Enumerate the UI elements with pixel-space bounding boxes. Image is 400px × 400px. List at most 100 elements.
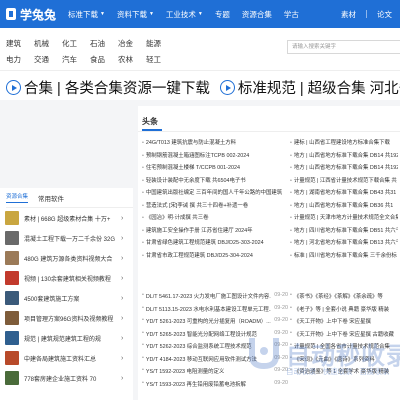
headline-link[interactable]: • 轻装设计装配中无余度下载 共6504电子书 — [142, 176, 282, 189]
tab-collections[interactable]: 资源合集 — [6, 192, 29, 203]
nav-item-collections[interactable]: 资源合集 — [242, 9, 272, 20]
nav-link-sucai[interactable]: 素材 — [341, 9, 356, 20]
thumbnail-image — [5, 251, 19, 265]
headline-link[interactable]: • 《天工开物》上中下卷 宋应星撰 古籍收藏 — [290, 330, 398, 343]
headline-link[interactable]: • 甘肃省市政工程规范建筑 DBJ/D25-304-2024 — [142, 251, 282, 264]
category-link[interactable]: 机械 — [34, 38, 49, 49]
nav-item-xuegu[interactable]: 学古 — [284, 9, 299, 20]
headline-link[interactable]: • 标准 | 四川省地方标准下载合集 三千余份标 — [290, 251, 398, 264]
headline-link[interactable]: • 甘肃省绿色建筑工程规范建筑 DBJ/D25-303-2024 — [142, 238, 282, 251]
tab-software[interactable]: 常用软件 — [38, 193, 64, 203]
headline-text: 甘肃省市政工程规范建筑 DBJ/D25-304-2024 — [145, 252, 253, 259]
headline-link[interactable]: • 建筑施工安全操作手册 江苏省住建厅 2024年 — [142, 226, 282, 239]
category-link[interactable]: 能源 — [146, 38, 161, 49]
headline-text: 营造法式 [宋]李诫 撰 共三十四卷+补遗一卷 — [145, 202, 249, 209]
promo-banner[interactable]: 合集 | 各类合集资源一键下载 标准规范 | 超级合集 河北省六千余份地方标准 — [0, 70, 400, 100]
list-item[interactable]: 中建各局建筑施工资料汇总 › — [5, 348, 133, 368]
search-input[interactable]: 请输入搜索关键字 — [287, 40, 400, 54]
nav-item-materials[interactable]: 资料下载 ▼ — [117, 9, 154, 20]
bullet-icon: • — [142, 140, 144, 146]
bullet-icon: • — [290, 252, 292, 259]
chevron-down-icon: ▼ — [100, 11, 105, 17]
category-link[interactable]: 轻工 — [146, 54, 161, 65]
list-item[interactable]: 778套房建企业施工资料 70 › — [5, 368, 133, 388]
headline-link[interactable]: • DL/T 5113.15-2023 水电水利基本建设工程单元工程... 09-2… — [142, 305, 288, 318]
category-link[interactable]: 交通 — [34, 54, 49, 65]
category-link[interactable]: 冶金 — [118, 38, 133, 49]
list-item[interactable]: 480G 建筑万源各类资料视频大合 › — [5, 248, 133, 268]
bullet-icon: • — [142, 202, 144, 209]
headline-link[interactable]: • 《茶书》《茶经》《茶解》《茶余疏》等 — [290, 292, 398, 305]
headline-link[interactable]: • 计量规范 | 天津市地方计量技术规范全文合集 — [290, 213, 398, 226]
banner-text[interactable]: 标准规范 | 超级合集 河北省六千余份地方标准 — [238, 77, 400, 98]
category-link[interactable]: 食品 — [90, 54, 105, 65]
thumbnail-image — [5, 271, 19, 285]
headline-link[interactable]: • 地方 | 湖南省地方标准下载合集 DB43 共31 — [290, 188, 398, 201]
headline-link[interactable]: • 中国建筑出版社编定 三百年间的国人千年公路的中国建筑 — [142, 188, 282, 201]
site-logo[interactable]: 学兔兔 — [6, 6, 56, 23]
headline-link[interactable]: • 建标 | 山西省工程建设地方标准合集下载 — [290, 138, 398, 151]
headline-link[interactable]: • 地方 | 山西省地方标准下载合集 DB36 共1 — [290, 201, 398, 214]
category-link[interactable]: 建筑 — [6, 38, 21, 49]
headline-link[interactable]: • 预制钢筋混凝土箱涵图标注TCPB 002-2024 — [142, 151, 282, 164]
category-link[interactable]: 农林 — [118, 54, 133, 65]
headline-link[interactable]: • 地方 | 四川省地方标准下载合集 DB51 共六千 — [290, 226, 398, 239]
headline-link[interactable]: • 住宅预制混凝土楼梯 T/CCPB 001-2024 — [142, 163, 282, 176]
headline-link[interactable]: • YS/T 1592-2023 电阻测量的定义 09-20 — [142, 367, 288, 380]
nav-item-industry[interactable]: 工业技术 ▼ — [166, 9, 203, 20]
list-item[interactable]: 混凝土工程下载一万二千余份 32G › — [5, 228, 133, 248]
headline-link[interactable]: • YS/T 1593-2023 再生铅用废铅蓄电池拆解 09-20 — [142, 380, 288, 393]
headline-link[interactable]: • 地方 | 山西省地方标准下载合集 DB14 共1920余 — [290, 163, 398, 176]
headline-link[interactable]: • 24G/T013 建筑抗震与防止混凝土方料 — [142, 138, 282, 151]
headline-text: 地方 | 四川省地方标准下载合集 DB51 共六千 — [293, 227, 398, 234]
headline-text: 《宋词》《元曲》《唐诗》系列资料 — [293, 356, 375, 363]
nav-label: 标准下载 — [68, 9, 99, 19]
category-link[interactable]: 电力 — [6, 54, 21, 65]
list-item[interactable]: 规范 | 建筑规范建筑工程的规 › — [5, 328, 133, 348]
category-bar: 建筑 机械 化工 石油 冶金 能源 电力 交通 汽车 食品 农林 轻工 请输入搜… — [0, 28, 400, 70]
headline-text: 《天工开物》上中下卷 宋应星撰 古籍收藏 — [293, 331, 394, 338]
headline-link[interactable]: • YD/T 4184-2023 移动互联网应用软件测试方法 09-20 — [142, 355, 288, 368]
list-item-label: 素材 | 668G 超级素材合集 十万+ — [24, 216, 111, 223]
chevron-right-icon: › — [121, 334, 124, 342]
headline-link[interactable]: • 《园冶》明·计成撰 共三卷 — [142, 213, 282, 226]
headline-link[interactable]: • 《老子》等 | 全套小说 典籍 豪华版 精装 — [290, 305, 398, 318]
main-nav: 标准下载 ▼ 资料下载 ▼ 工业技术 ▼ 专题 资源合集 学古 — [68, 9, 311, 20]
headline-link[interactable]: • DL/T 5461.17-2023 火力发电厂施工图设计文件内容... 09-2… — [142, 292, 288, 305]
bullet-icon: • — [290, 190, 292, 196]
headline-link[interactable]: • 计量规范 | 江西省计量技术规范下载合集 共 — [290, 176, 398, 189]
category-link[interactable]: 化工 — [62, 38, 77, 49]
headline-text: 轻装设计装配中无余度下载 共6504电子书 — [145, 177, 246, 184]
chevron-right-icon: › — [121, 374, 124, 382]
headline-text: 计量规范 | 天津市地方计量技术规范全文合集 — [293, 215, 398, 221]
list-item[interactable]: 素材 | 668G 超级素材合集 十万+ › — [5, 208, 133, 228]
divider — [366, 10, 367, 18]
headline-link[interactable]: • 地方 | 河北省地方标准下载合集 DB13 共六千 — [290, 238, 398, 251]
headline-link[interactable]: • YD/T 5261-2023 可重构的光分插复用（ROADM）... 09-20 — [142, 317, 288, 330]
nav-link-lunwen[interactable]: 论文 — [377, 9, 392, 20]
bullet-icon: • — [142, 240, 144, 246]
headline-link[interactable]: • 《宋词》《元曲》《唐诗》系列资料 — [290, 355, 398, 368]
list-item[interactable]: 4500套建筑施工方案 › — [5, 288, 133, 308]
headline-link[interactable]: • YD/T 5265-2023 智能光分配网络工程设计规范 09-20 — [142, 330, 288, 343]
headline-link[interactable]: • 地方 | 山西省地方标准下载合集 DB14 共1920余 — [290, 151, 398, 164]
headline-link[interactable]: • YD/T 5262-2023 综合监测系统工程技术规范 09-20 — [142, 342, 288, 355]
nav-item-standards[interactable]: 标准下载 ▼ — [68, 9, 105, 20]
headline-link[interactable]: • 计量规范 | 全国各省市计量技术规范合集 — [290, 342, 398, 355]
headline-text: 地方 | 湖南省地方标准下载合集 DB43 共31 — [293, 190, 397, 196]
list-item[interactable]: 视频 | 130余套建筑相关视频教程 › — [5, 268, 133, 288]
logo-icon — [6, 8, 16, 20]
thumbnail-image — [5, 351, 19, 365]
headline-text: 《天工开物》上中下卷 宋应星撰 — [293, 319, 371, 325]
list-item[interactable]: 项目管理方案96G资料及视频教程 › — [5, 308, 133, 328]
headline-link[interactable]: • 《天工开物》上中下卷 宋应星撰 — [290, 317, 398, 330]
list-item-label: 中建各局建筑施工资料汇总 — [24, 356, 97, 363]
nav-item-topics[interactable]: 专题 — [215, 9, 230, 20]
headline-text: 中国建筑出版社编定 三百年间的国人千年公路的中国建筑 — [145, 190, 282, 196]
category-link[interactable]: 汽车 — [62, 54, 77, 65]
bullet-icon: • — [142, 354, 144, 361]
headline-link[interactable]: • 营造法式 [宋]李诫 撰 共三十四卷+补遗一卷 — [142, 201, 282, 214]
headline-link[interactable]: • 《资治通鉴》等 1 全套学术 豪华版 精装 — [290, 367, 398, 380]
banner-text[interactable]: 合集 | 各类合集资源一键下载 — [24, 77, 210, 98]
category-link[interactable]: 石油 — [90, 38, 105, 49]
